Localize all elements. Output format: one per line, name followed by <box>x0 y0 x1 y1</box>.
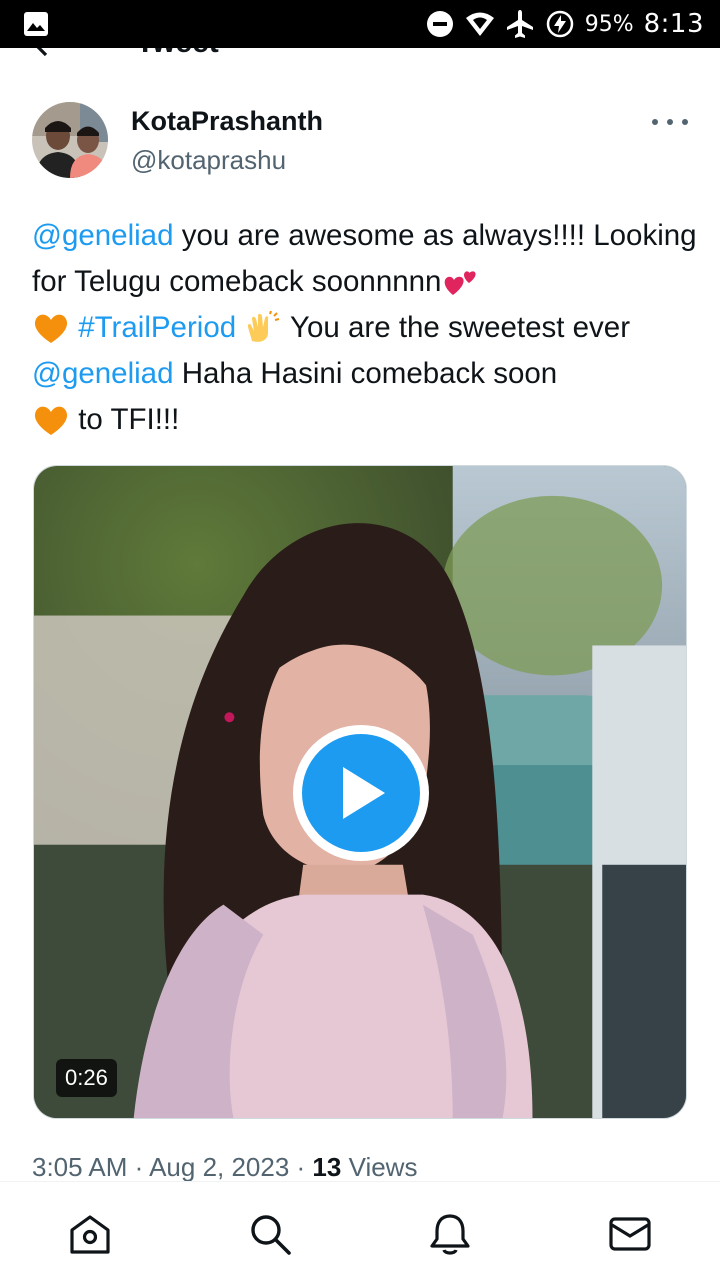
orange-heart-icon <box>34 314 68 343</box>
mention-link[interactable]: @geneliad <box>32 219 174 252</box>
tweet-text-part: You are the sweetest ever <box>282 311 631 344</box>
two-hearts-emoji-icon <box>445 271 477 295</box>
messages-icon[interactable] <box>608 1212 652 1256</box>
meta-separator: · <box>289 1152 313 1182</box>
tweet-text-part: to TFI!!! <box>70 403 180 436</box>
tweet-date: Aug 2, 2023 <box>149 1152 290 1182</box>
clock: 8:13 <box>643 9 704 39</box>
avatar[interactable] <box>32 102 108 178</box>
author-handle[interactable]: @kotaprashu <box>131 145 286 176</box>
dnd-icon <box>426 11 453 37</box>
search-icon[interactable] <box>248 1212 292 1256</box>
play-button[interactable] <box>293 725 429 861</box>
tweet-meta: 3:05 AM · Aug 2, 2023 · 13 Views <box>32 1152 417 1183</box>
tweet-header: Tweet <box>0 48 720 68</box>
mention-link[interactable]: @geneliad <box>32 357 174 390</box>
home-icon[interactable] <box>68 1212 112 1256</box>
notifications-icon[interactable] <box>428 1212 472 1256</box>
more-options-button[interactable] <box>652 108 688 136</box>
airplane-icon <box>506 10 533 38</box>
clapping-hands-icon <box>248 311 280 342</box>
more-dot-icon <box>682 119 688 125</box>
tweet-time: 3:05 AM <box>32 1152 128 1182</box>
wifi-icon <box>465 12 494 36</box>
video-player[interactable]: 0:26 <box>33 465 687 1119</box>
more-dot-icon <box>667 119 673 125</box>
author-name[interactable]: KotaPrashanth <box>131 106 323 137</box>
gallery-icon <box>24 12 48 36</box>
page-title: Tweet <box>136 48 219 60</box>
views-label[interactable]: Views <box>341 1152 418 1182</box>
hashtag-link[interactable]: #TrailPeriod <box>78 311 236 344</box>
more-dot-icon <box>652 119 658 125</box>
tweet-text-part: Haha Hasini comeback soon <box>173 357 558 390</box>
battery-percentage: 95% <box>584 11 634 37</box>
tweet-text: @geneliad you are awesome as always!!!! … <box>32 213 697 443</box>
views-count[interactable]: 13 <box>312 1152 341 1182</box>
orange-heart-icon <box>34 406 68 435</box>
video-duration: 0:26 <box>56 1059 117 1097</box>
play-icon <box>302 734 420 852</box>
bottom-navigation <box>0 1181 720 1280</box>
status-bar: 95% 8:13 <box>0 0 720 48</box>
back-arrow-icon[interactable] <box>32 48 64 62</box>
meta-separator: · <box>127 1152 150 1182</box>
battery-charging-icon <box>546 10 573 38</box>
